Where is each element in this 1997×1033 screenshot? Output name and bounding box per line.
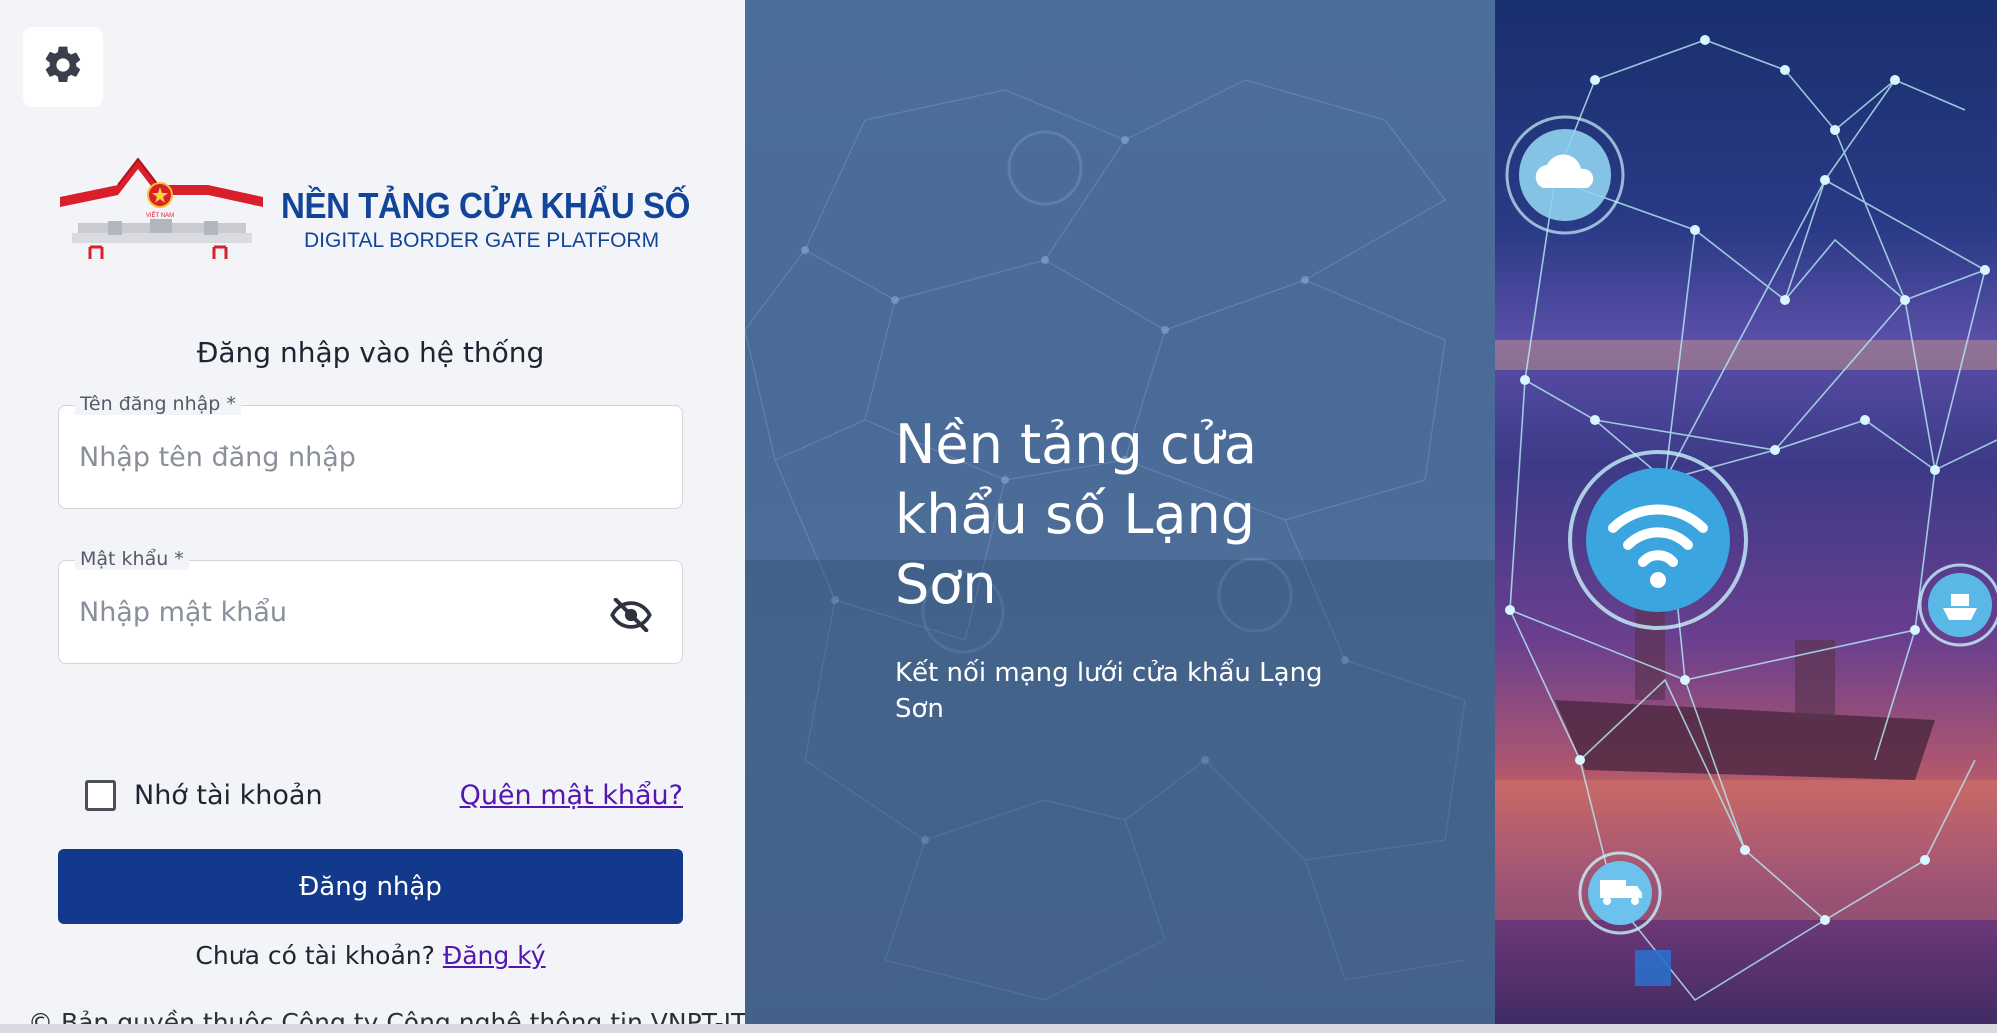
signup-link[interactable]: Đăng ký <box>443 941 546 970</box>
border-gate-emblem: VIỆT NAM <box>60 157 263 259</box>
username-field: Tên đăng nhập * <box>58 393 683 509</box>
gear-icon <box>41 43 85 91</box>
remember-me[interactable]: Nhớ tài khoản <box>85 780 323 811</box>
cloud-icon <box>1505 115 1625 235</box>
username-input[interactable] <box>79 406 599 508</box>
remember-checkbox[interactable] <box>85 780 116 811</box>
hero-subtitle: Kết nối mạng lưới cửa khẩu Lạng Sơn <box>895 658 1323 724</box>
horizontal-scrollbar[interactable] <box>0 1024 1997 1033</box>
login-panel: VIỆT NAM NỀN TẢNG CỬA KHẨU SỐ DIGITAL BO… <box>0 0 745 1033</box>
logo-title: NỀN TẢNG CỬA KHẨU SỐ <box>281 185 690 226</box>
remember-label: Nhớ tài khoản <box>134 780 323 811</box>
login-button[interactable]: Đăng nhập <box>58 849 683 924</box>
decorative-network-image <box>1495 0 1997 1033</box>
emblem-text: VIỆT NAM <box>146 211 174 219</box>
ship-icon <box>1918 563 1997 647</box>
signup-prompt: Chưa có tài khoản? <box>195 941 435 970</box>
eye-off-icon[interactable] <box>610 597 652 636</box>
password-field: Mật khẩu * <box>58 548 683 664</box>
wifi-icon <box>1568 450 1748 630</box>
logo-subtitle: DIGITAL BORDER GATE PLATFORM <box>304 229 660 252</box>
settings-button[interactable] <box>23 27 103 107</box>
forgot-password-link[interactable]: Quên mật khẩu? <box>460 780 683 811</box>
hero-panel: Nền tảng cửa khẩu số Lạng Sơn Kết nối mạ… <box>745 0 1495 1033</box>
platform-logo: VIỆT NAM NỀN TẢNG CỬA KHẨU SỐ DIGITAL BO… <box>58 155 698 265</box>
form-title: Đăng nhập vào hệ thống <box>196 336 545 369</box>
signup-row: Chưa có tài khoản? Đăng ký <box>58 941 683 970</box>
hero-title: Nền tảng cửa khẩu số Lạng Sơn <box>895 413 1257 616</box>
truck-icon <box>1578 851 1662 935</box>
password-input[interactable] <box>79 561 599 663</box>
